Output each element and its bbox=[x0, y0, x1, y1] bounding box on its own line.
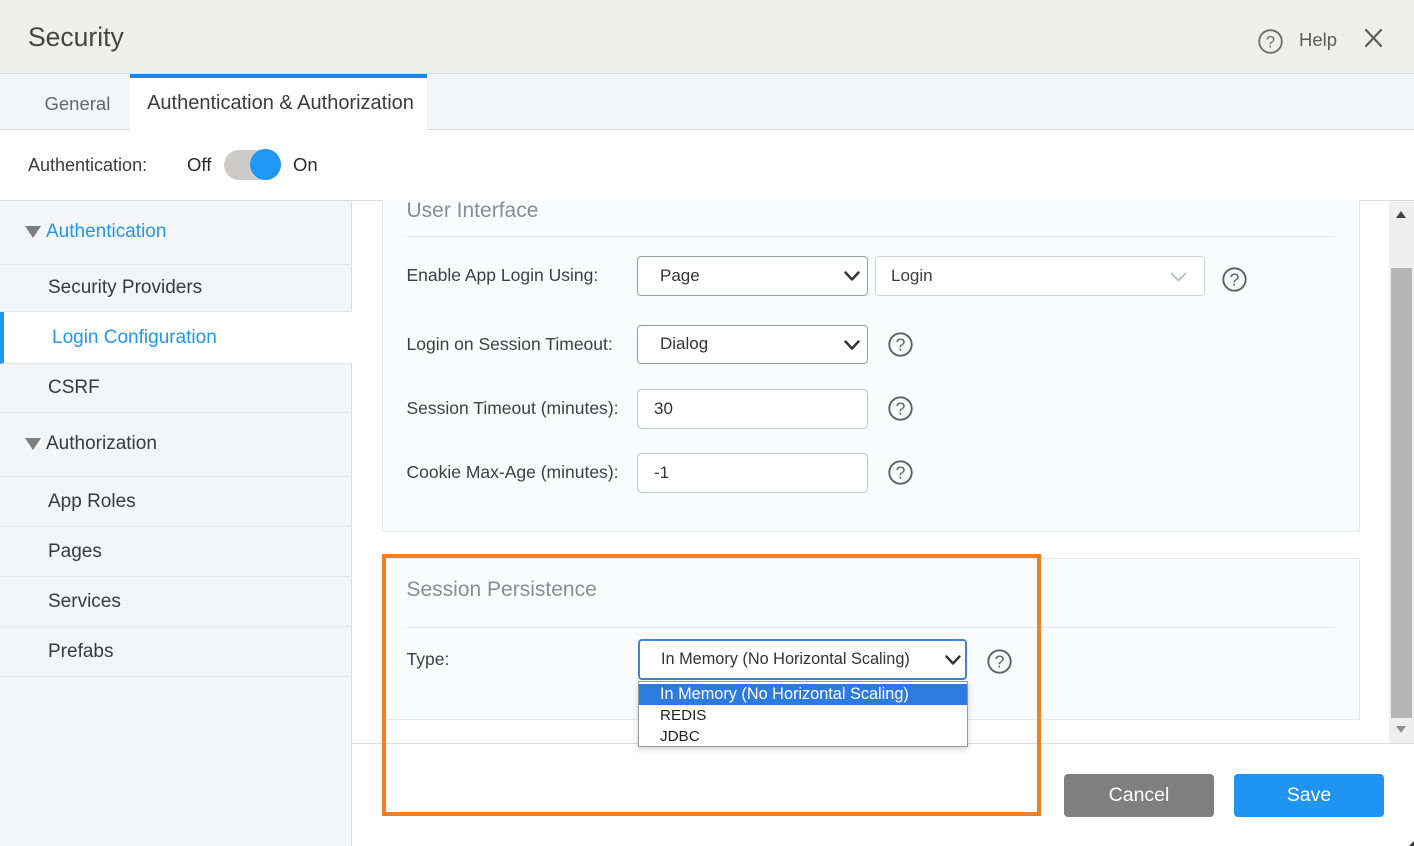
svg-text:?: ? bbox=[896, 334, 906, 354]
svg-text:?: ? bbox=[896, 398, 906, 418]
svg-text:?: ? bbox=[1266, 34, 1275, 52]
svg-text:?: ? bbox=[896, 462, 906, 482]
svg-text:?: ? bbox=[1230, 269, 1240, 289]
